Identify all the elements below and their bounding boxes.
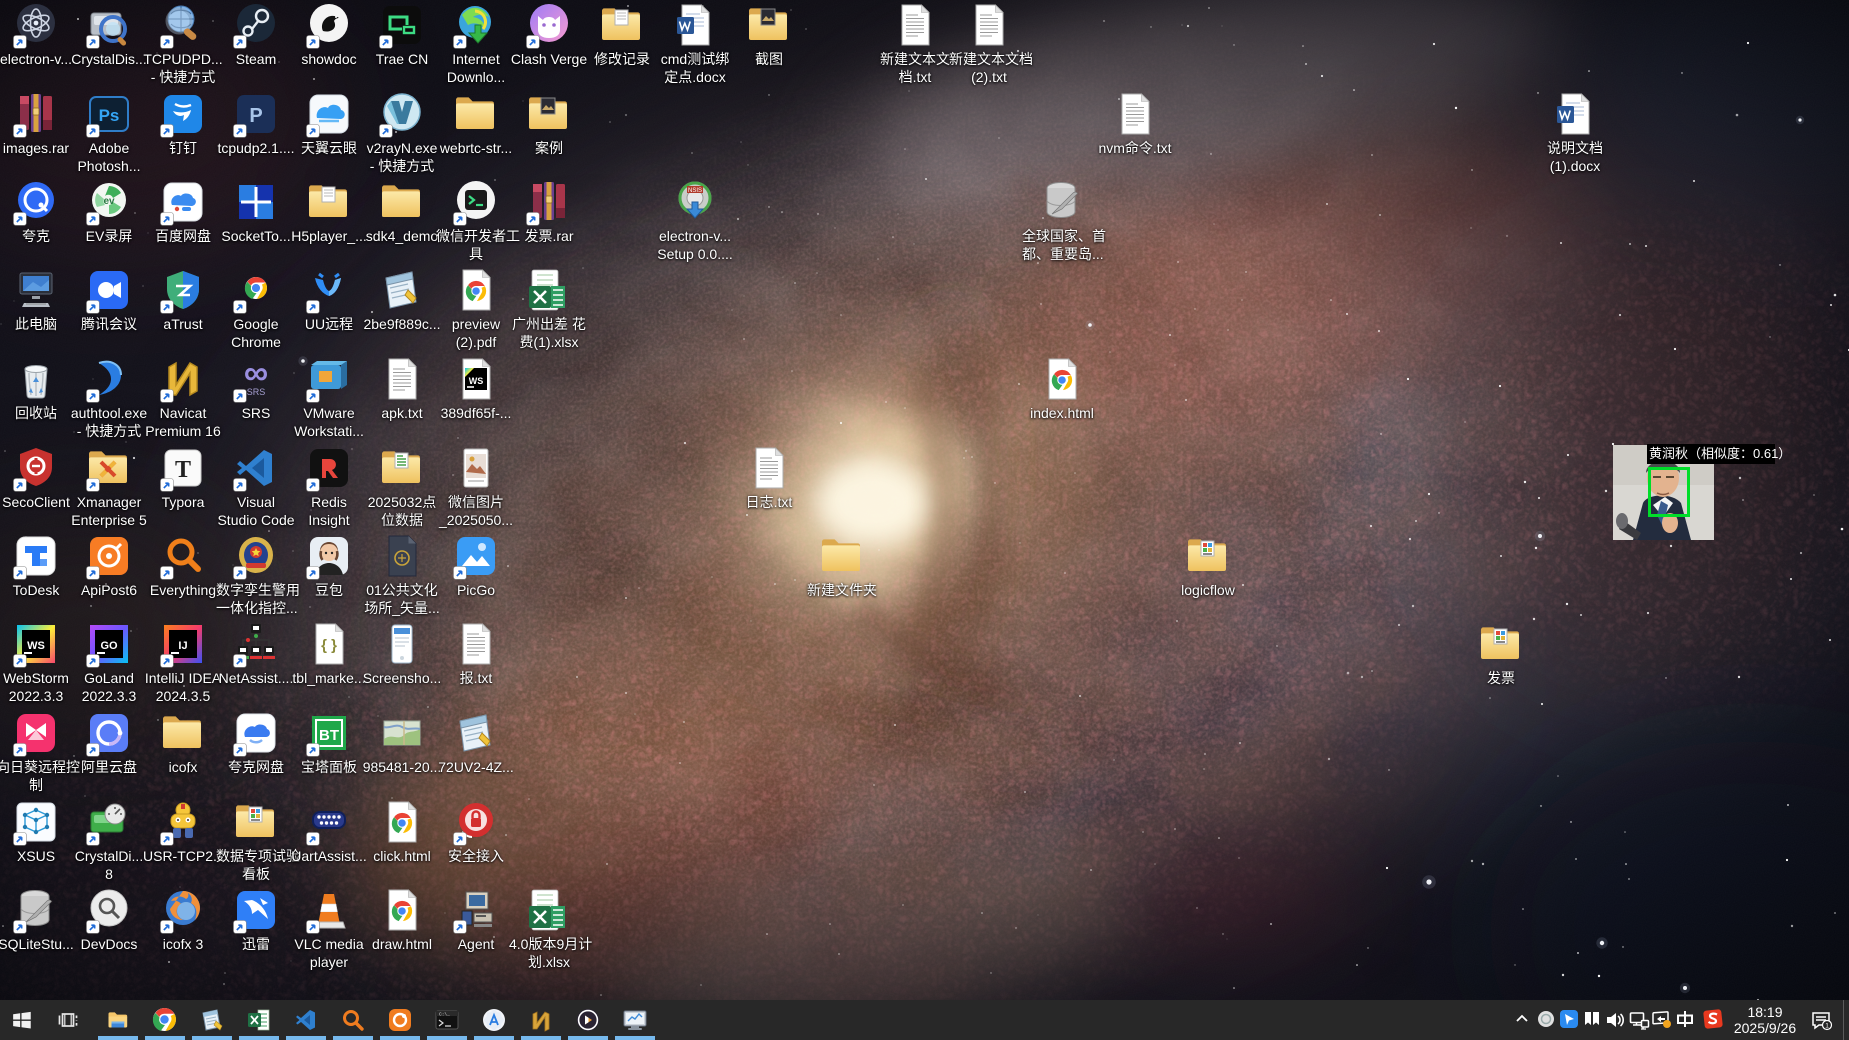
svg-text:GO: GO (100, 640, 118, 652)
svg-text:NSIS: NSIS (688, 188, 702, 194)
svg-text:Ps: Ps (99, 106, 120, 125)
svg-text:SRS: SRS (247, 387, 266, 397)
svg-text:1: 1 (1825, 1022, 1829, 1029)
svg-text:WS: WS (27, 640, 45, 652)
svg-text:T: T (175, 457, 191, 483)
svg-text:{ }: { } (321, 637, 337, 654)
svg-text:IJ: IJ (178, 640, 187, 652)
svg-text:ev: ev (103, 196, 115, 207)
svg-text:C:\_: C:\_ (439, 1012, 450, 1018)
svg-text:WS: WS (469, 376, 484, 386)
svg-text:P: P (249, 105, 262, 127)
svg-text:BT: BT (319, 727, 339, 744)
